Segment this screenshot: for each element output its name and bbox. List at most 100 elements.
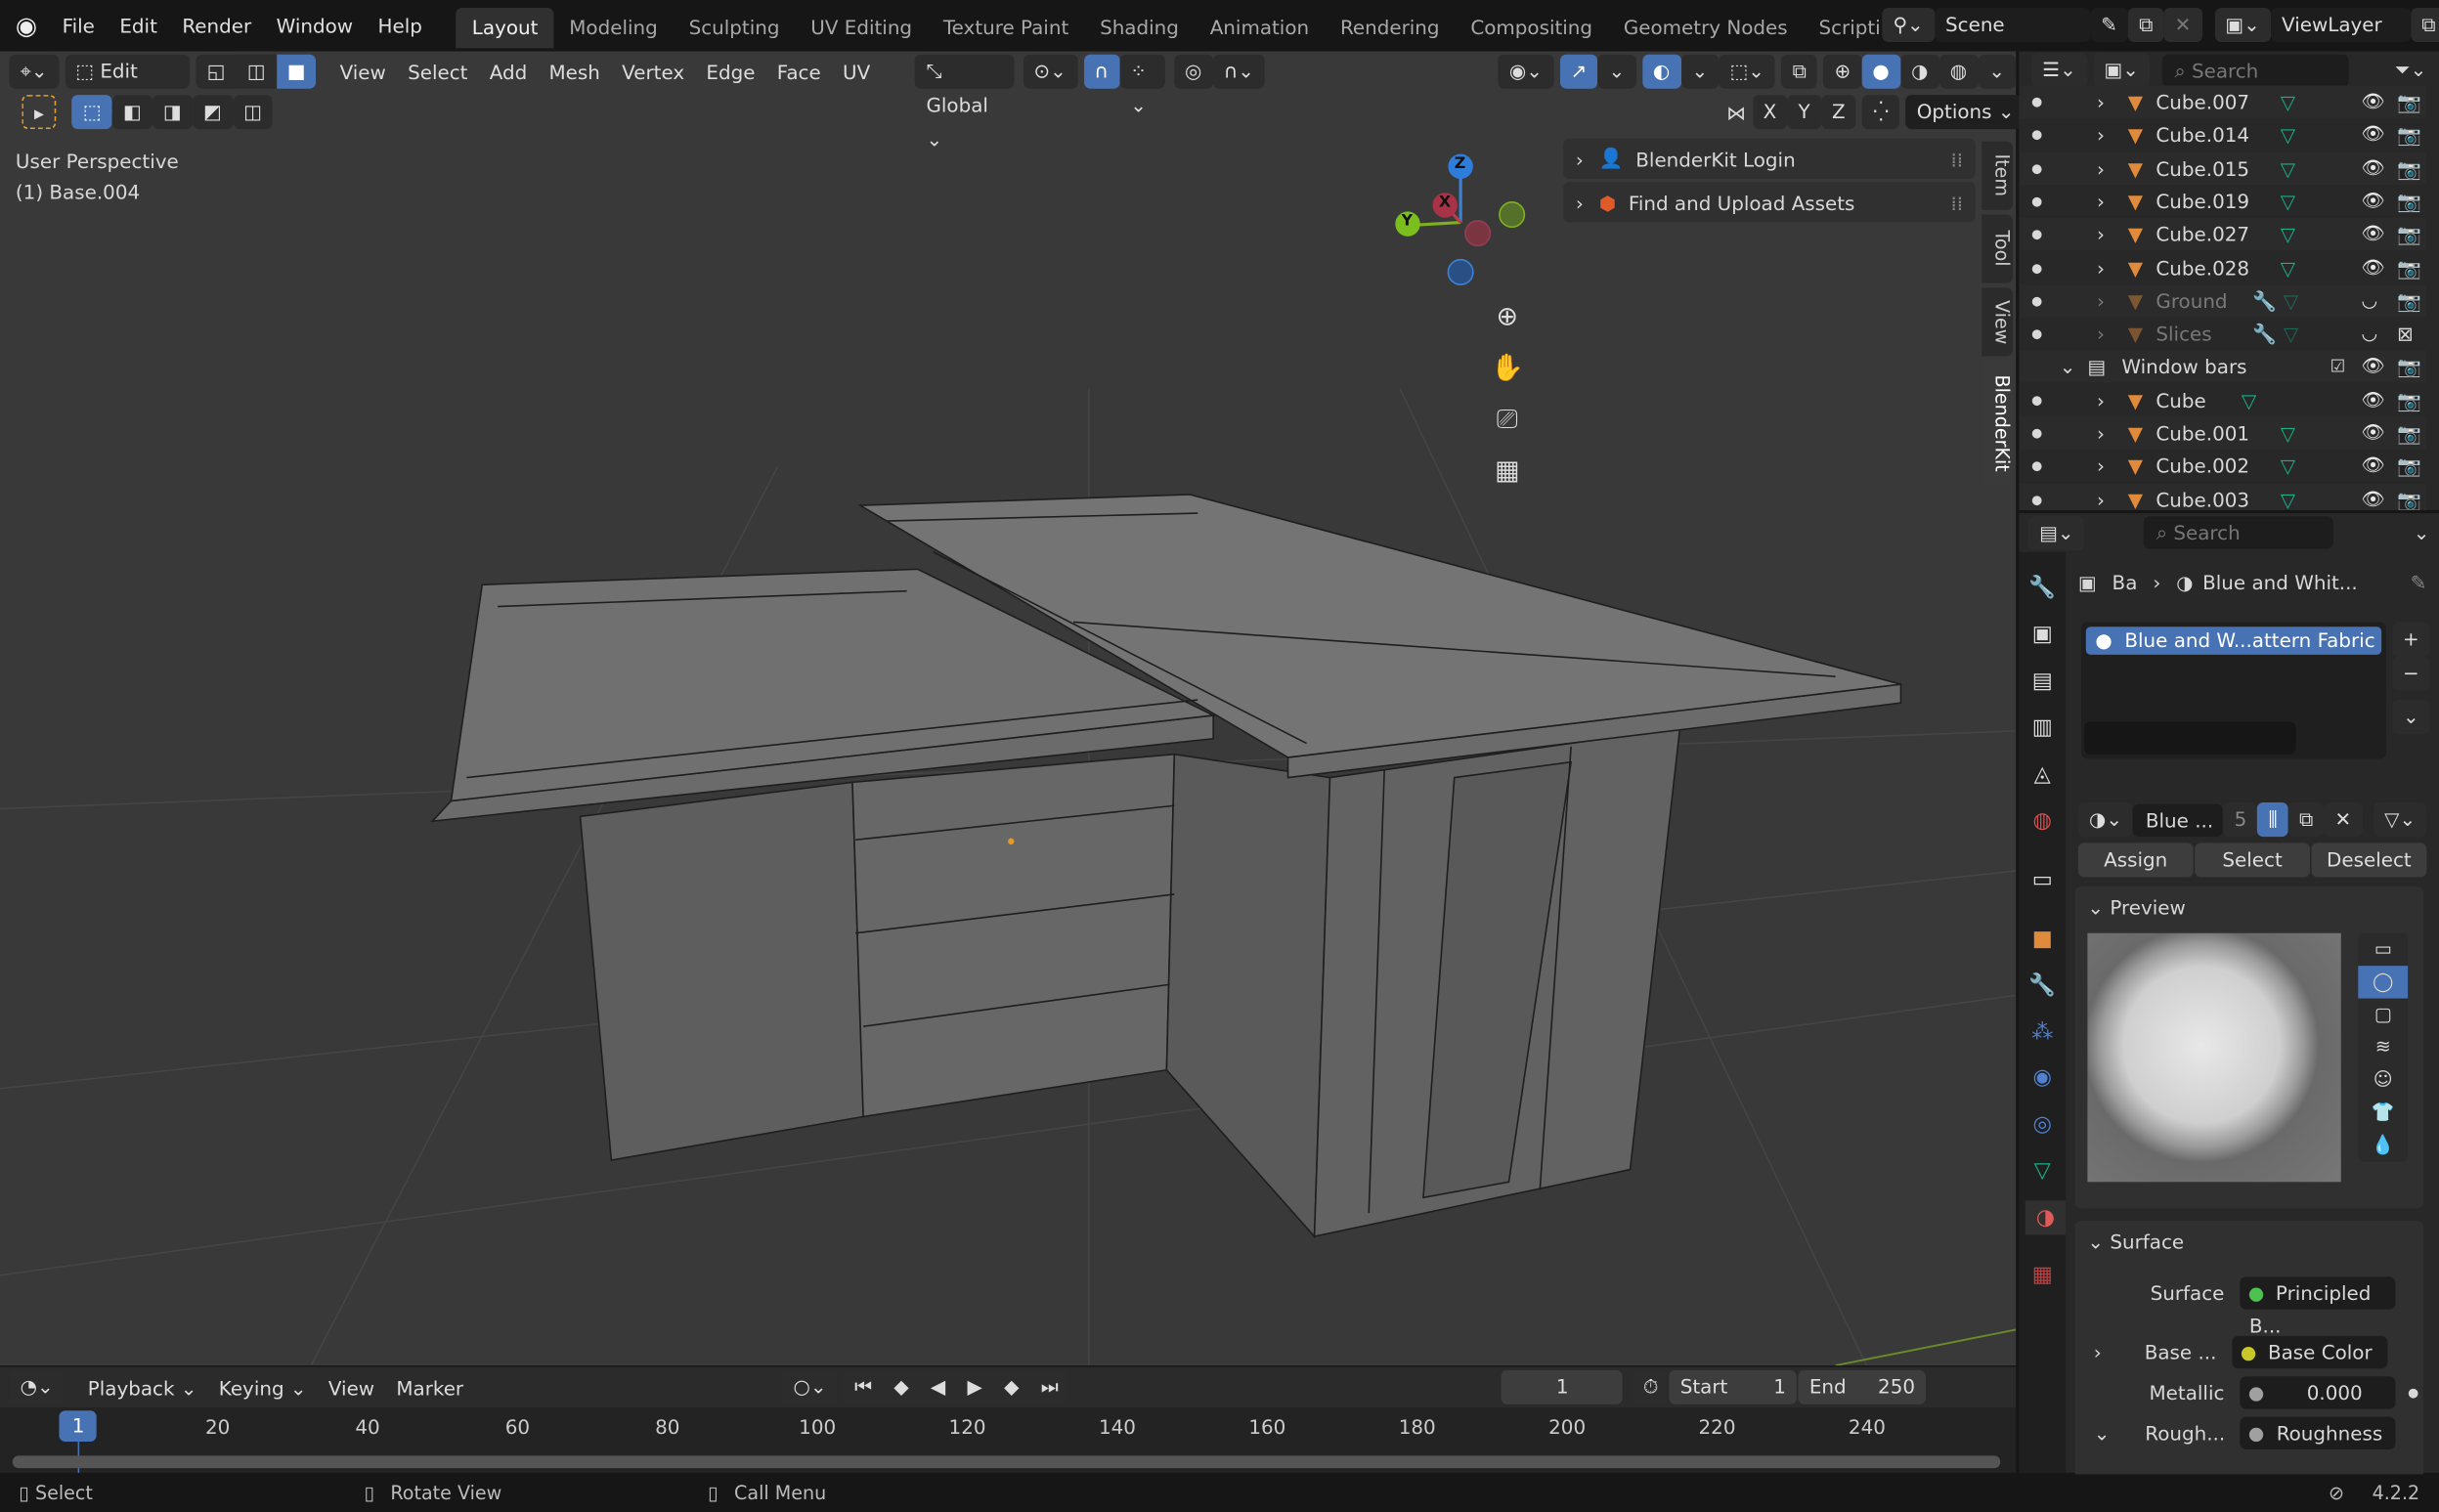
workspace-tab-sculpting[interactable]: Sculpting <box>674 8 796 48</box>
select-invert-icon[interactable]: ◩ <box>192 95 233 130</box>
sidebar-tab-tool[interactable]: Tool <box>1982 214 2014 283</box>
gizmo-z[interactable]: Z <box>1455 155 1466 173</box>
chevron-right-icon[interactable]: › <box>2097 218 2105 250</box>
outliner-row[interactable]: ● › ▼ Cube.007 ▽ 👁 📷 <box>2019 85 2427 118</box>
slot-menu-button[interactable]: ⌄ <box>2392 700 2430 735</box>
timeline[interactable]: ◔⌄ Playback ⌄ Keying ⌄ View Marker ○⌄ ⏮ … <box>0 1366 2017 1473</box>
chevron-right-icon[interactable]: › <box>2097 450 2105 482</box>
overlay-toggle-icon[interactable]: ◐ <box>1641 54 1681 89</box>
modifier-wrench-icon[interactable]: 🔧 <box>2252 318 2277 350</box>
browse-material-icon[interactable]: ◑⌄ <box>2077 802 2134 838</box>
gizmo-toggle-icon[interactable]: ↗ <box>1559 54 1598 89</box>
scene-name[interactable]: Scene <box>1934 7 2091 42</box>
keyframe-dot-icon[interactable]: ● <box>2408 1386 2418 1400</box>
outliner-item-name[interactable]: Cube.027 <box>2156 218 2249 250</box>
mesh-data-icon[interactable]: ▽ <box>2281 483 2295 510</box>
eye-icon[interactable]: 👁 <box>2361 185 2384 217</box>
overlay-menu-icon[interactable]: ⌄ <box>1680 54 1720 89</box>
properties-tab-view-layer-icon[interactable]: ▥ <box>2025 711 2060 745</box>
pivot-icon[interactable]: ⊙⌄ <box>1023 54 1077 89</box>
delete-scene-icon[interactable]: ✕ <box>2163 7 2202 42</box>
chevron-right-icon[interactable]: › <box>2097 284 2105 317</box>
select-intersect-icon[interactable]: ◫ <box>232 95 274 130</box>
outliner-row[interactable]: ● › ▼ Cube.019 ▽ 👁 📷 <box>2019 185 2426 217</box>
viewport-menu-face[interactable]: Face <box>766 60 832 83</box>
properties-tab-constraints-icon[interactable]: ◎ <box>2025 1107 2060 1142</box>
wireframe-shading-icon[interactable]: ⊕ <box>1823 54 1862 89</box>
mesh-data-icon[interactable]: ▽ <box>2242 384 2256 416</box>
camera-icon[interactable]: 📷 <box>2397 118 2421 151</box>
camera-icon[interactable]: 📷 <box>2397 284 2421 317</box>
find-upload-panel[interactable]: › ⬢ Find and Upload Assets ⁞⁞ <box>1563 182 1976 223</box>
outliner-item-name[interactable]: Ground <box>2156 284 2227 317</box>
properties-search[interactable]: ⌕ Search <box>2144 516 2334 549</box>
camera-icon[interactable]: 📷 <box>2397 416 2421 449</box>
link-type-icon[interactable]: ▽⌄ <box>2374 802 2427 838</box>
eye-icon[interactable]: 👁 <box>2361 483 2384 510</box>
metallic-field[interactable]: 0.000 <box>2240 1376 2396 1409</box>
breadcrumb-object[interactable]: Ba <box>2112 570 2138 593</box>
playback-menu[interactable]: Playback ⌄ <box>77 1375 208 1399</box>
preview-fluid-icon[interactable]: 💧 <box>2358 1129 2408 1161</box>
camera-icon[interactable]: 📷 <box>2397 185 2421 217</box>
face-select-icon[interactable]: ■ <box>276 54 317 89</box>
chevron-right-icon[interactable]: › <box>2097 86 2105 118</box>
preview-header[interactable]: ⌄ Preview <box>2075 886 2423 929</box>
mesh-data-icon[interactable]: ▽ <box>2281 86 2295 118</box>
jump-start-icon[interactable]: ⏮ <box>844 1369 884 1404</box>
unlink-material-icon[interactable]: ✕ <box>2324 802 2363 838</box>
outliner-row[interactable]: ● › ▼ Ground 🔧 ▽ ◡ 📷 <box>2019 283 2427 318</box>
chevron-right-icon[interactable]: › <box>2097 151 2105 184</box>
camera-icon[interactable]: 📷 <box>2397 384 2421 416</box>
workspace-tab-compositing[interactable]: Compositing <box>1455 8 1608 48</box>
properties-tab-object-icon[interactable]: ■ <box>2025 923 2060 957</box>
navigation-gizmo[interactable]: Z X Y <box>1392 152 1532 292</box>
keying-menu[interactable]: Keying ⌄ <box>208 1375 318 1399</box>
chevron-down-icon[interactable]: ⌄ <box>2060 351 2076 383</box>
deselect-button[interactable]: Deselect <box>2311 842 2427 878</box>
snap-target-icon[interactable]: ⁘⌄ <box>1119 54 1165 116</box>
select-extend-icon[interactable]: ◧ <box>111 95 152 130</box>
slot-filter-input[interactable] <box>2084 721 2296 755</box>
outliner-row[interactable]: ● › ▼ Cube.027 ▽ 👁 📷 <box>2019 218 2427 251</box>
outliner-item-name[interactable]: Window bars <box>2121 351 2246 383</box>
sidebar-tab-view[interactable]: View <box>1982 287 2014 357</box>
viewport-menu-mesh[interactable]: Mesh <box>538 60 611 83</box>
sidebar-tab-item[interactable]: Item <box>1982 141 2014 210</box>
camera-view-icon[interactable]: ⎚ <box>1486 395 1530 447</box>
camera-icon[interactable]: 📷 <box>2397 218 2421 250</box>
falloff-icon[interactable]: ∩⌄ <box>1212 54 1266 89</box>
pan-hand-icon[interactable]: ✋ <box>1486 344 1530 396</box>
selectability-icon[interactable]: ◉⌄ <box>1498 54 1554 89</box>
options-dropdown[interactable]: Options ⌄ <box>1905 95 2025 130</box>
chevron-right-icon[interactable]: › <box>2097 416 2105 449</box>
properties-tab-particles-icon[interactable]: ⁂ <box>2025 1015 2060 1050</box>
start-frame-field[interactable]: Start 1 <box>1669 1369 1798 1404</box>
outliner-row[interactable]: ● › ▼ Cube ▽ 👁 📷 <box>2019 384 2426 416</box>
display-mode-icon[interactable]: ☰⌄ <box>2031 53 2087 88</box>
properties-tab-material-icon[interactable]: ◑ <box>2025 1200 2067 1235</box>
gizmo-x[interactable]: X <box>1439 194 1451 212</box>
viewport-menu-select[interactable]: Select <box>397 60 479 83</box>
rendered-shading-icon[interactable]: ◍ <box>1938 54 1979 89</box>
chevron-right-icon[interactable]: › <box>2097 318 2105 350</box>
duplicate-material-icon[interactable]: ⧉ <box>2287 802 2325 838</box>
chevron-down-icon[interactable]: ⌄ <box>2094 1421 2111 1445</box>
editor-type-icon[interactable]: ⌖⌄ <box>9 54 59 89</box>
checkbox-icon[interactable]: ☑ <box>2330 351 2346 383</box>
zoom-icon[interactable]: ⊕ <box>1486 292 1530 344</box>
surface-shader-field[interactable]: Principled B... <box>2240 1276 2396 1337</box>
surface-header[interactable]: ⌄ Surface <box>2075 1221 2423 1263</box>
mirror-x[interactable]: X <box>1752 95 1788 130</box>
preview-hair-icon[interactable]: ≋ <box>2358 1031 2408 1063</box>
workspace-tab-texture-paint[interactable]: Texture Paint <box>928 8 1084 48</box>
menu-render[interactable]: Render <box>170 0 264 52</box>
jump-end-icon[interactable]: ⏭ <box>1029 1369 1069 1404</box>
auto-merge-icon[interactable]: ⁛ <box>1862 95 1900 130</box>
outliner-row[interactable]: ● › ▼ Cube.002 ▽ 👁 📷 <box>2019 450 2426 482</box>
proportional-edit-icon[interactable]: ◎ <box>1173 54 1213 89</box>
select-tool-icon[interactable]: ▸ <box>22 95 57 130</box>
play-icon[interactable]: ▶ <box>956 1369 993 1404</box>
workspace-tab-layout[interactable]: Layout <box>456 7 554 49</box>
outliner-row[interactable]: ● › ▼ Cube.028 ▽ 👁 📷 <box>2019 251 2426 283</box>
